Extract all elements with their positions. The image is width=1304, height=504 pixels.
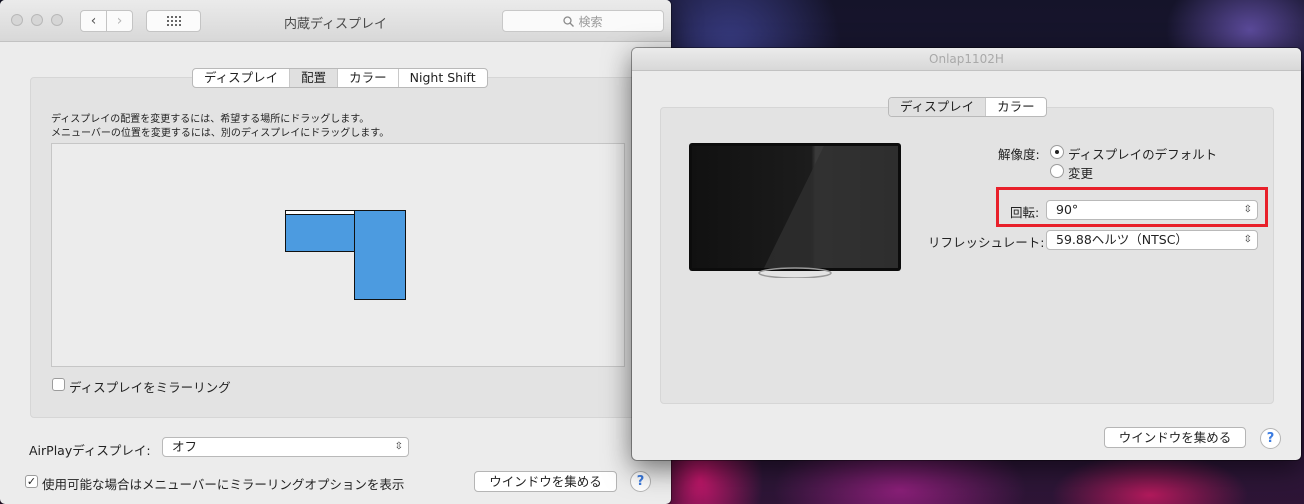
gather-windows-button[interactable]: ウインドウを集める <box>474 471 617 492</box>
help-button[interactable]: ? <box>630 471 651 492</box>
display-arrangement-area <box>51 143 625 367</box>
search-field[interactable]: 検索 <box>502 10 664 32</box>
resolution-label: 解像度: <box>998 147 1040 162</box>
tab-display[interactable]: ディスプレイ <box>889 98 987 116</box>
tab-arrangement[interactable]: 配置 <box>290 69 339 87</box>
tab-night-shift[interactable]: Night Shift <box>399 69 487 87</box>
menubar-option-label: 使用可能な場合はメニューバーにミラーリングオプションを表示 <box>42 477 405 492</box>
checkmark-icon: ✓ <box>26 475 37 488</box>
tab-display[interactable]: ディスプレイ <box>193 69 291 87</box>
updown-chevron-icon: ⇳ <box>394 441 403 452</box>
display-thumbnail-main[interactable] <box>285 210 355 252</box>
resolution-default-radio[interactable] <box>1050 145 1064 159</box>
tab-color[interactable]: カラー <box>338 69 399 87</box>
mirror-checkbox[interactable] <box>52 378 65 391</box>
refresh-rate-value: 59.88ヘルツ（NTSC） <box>1056 232 1188 247</box>
resolution-scaled-label: 変更 <box>1068 166 1094 181</box>
search-icon <box>563 15 575 27</box>
search-placeholder: 検索 <box>578 14 603 29</box>
rotation-highlight-box <box>996 187 1268 227</box>
resolution-scaled-radio[interactable] <box>1050 164 1064 178</box>
refresh-rate-select[interactable]: 59.88ヘルツ（NTSC） ⇳ <box>1046 230 1258 250</box>
menubar-indicator[interactable] <box>285 210 355 215</box>
updown-chevron-icon: ⇳ <box>1243 234 1252 245</box>
instructions-line-1: ディスプレイの配置を変更するには、希望する場所にドラッグします。 <box>51 114 370 125</box>
title-bar: ‹ › 内蔵ディスプレイ 検索 <box>0 0 671 42</box>
tab-bar: ディスプレイ カラー <box>888 97 1047 117</box>
mirror-label: ディスプレイをミラーリング <box>69 380 231 395</box>
help-button[interactable]: ? <box>1260 428 1281 449</box>
display-thumbnail-secondary[interactable] <box>354 210 406 300</box>
tab-bar: ディスプレイ 配置 カラー Night Shift <box>192 68 488 88</box>
airplay-label: AirPlayディスプレイ: <box>29 443 151 458</box>
resolution-default-label: ディスプレイのデフォルト <box>1068 147 1218 162</box>
window-title: Onlap1102H <box>929 52 1004 66</box>
external-display-window: Onlap1102H ディスプレイ カラー 解像度: ディスプレイのデフォルト … <box>632 48 1301 460</box>
airplay-value: オフ <box>172 439 198 454</box>
monitor-image <box>689 143 901 278</box>
gather-windows-button[interactable]: ウインドウを集める <box>1104 427 1246 448</box>
builtin-display-window: ‹ › 内蔵ディスプレイ 検索 ディスプレイ 配置 カラー Night Shif… <box>0 0 671 504</box>
tab-color[interactable]: カラー <box>986 98 1046 116</box>
title-bar: Onlap1102H <box>632 48 1301 71</box>
menubar-option-checkbox[interactable]: ✓ <box>25 475 38 488</box>
refresh-rate-label: リフレッシュレート: <box>928 235 1045 250</box>
instructions-line-2: メニューバーの位置を変更するには、別のディスプレイにドラッグします。 <box>51 128 390 139</box>
airplay-select[interactable]: オフ ⇳ <box>162 437 409 457</box>
